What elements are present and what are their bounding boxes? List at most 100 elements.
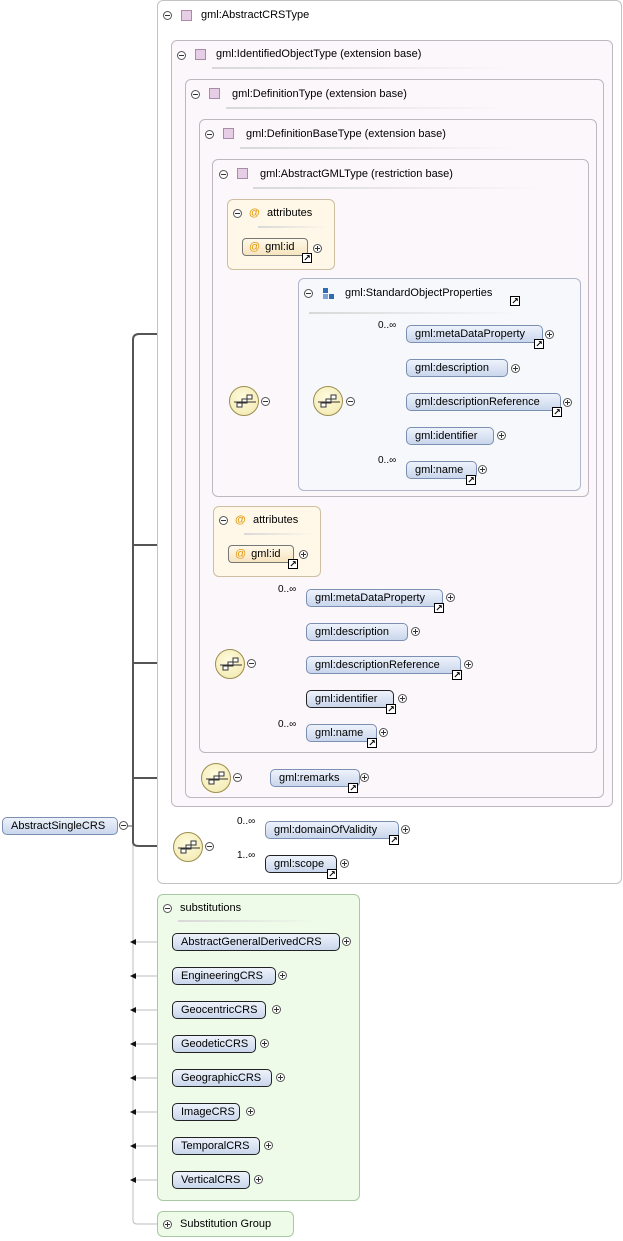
reference-arrow-icon[interactable]: ↗ [434, 603, 444, 613]
complex-type-icon [209, 88, 220, 99]
expand-toggle-icon[interactable] [340, 859, 349, 868]
element-description[interactable]: gml:description [406, 359, 508, 377]
standard-object-properties-label: gml:StandardObjectProperties [345, 287, 493, 299]
expand-toggle-icon[interactable] [379, 728, 388, 737]
sequence-compositor-icon[interactable] [173, 832, 203, 862]
reference-arrow-icon[interactable]: ↗ [288, 559, 298, 569]
collapse-toggle-icon[interactable] [233, 209, 242, 218]
expand-toggle-icon[interactable] [360, 773, 369, 782]
reference-arrow-icon[interactable]: ↗ [510, 296, 520, 306]
attributes-label: attributes [267, 207, 313, 219]
element-remarks[interactable]: gml:remarks [270, 769, 360, 787]
collapse-toggle-icon[interactable] [261, 397, 270, 406]
element-domainofvalidity[interactable]: gml:domainOfValidity [265, 821, 399, 839]
expand-toggle-icon[interactable] [246, 1107, 255, 1116]
cardinality-label: 0..∞ [378, 320, 397, 331]
cardinality-label: 0..∞ [237, 816, 256, 827]
expand-toggle-icon[interactable] [299, 550, 308, 559]
attributes-label: attributes [253, 514, 299, 526]
complex-type-icon [237, 168, 248, 179]
cardinality-label: 0..∞ [278, 584, 297, 595]
sequence-compositor-icon[interactable] [201, 763, 231, 793]
expand-toggle-icon[interactable] [254, 1175, 263, 1184]
expand-toggle-icon[interactable] [478, 465, 487, 474]
attributes-panel: @ attributes [227, 199, 335, 270]
element-descriptionreference[interactable]: gml:descriptionReference [306, 656, 461, 674]
reference-arrow-icon[interactable]: ↗ [302, 253, 312, 263]
expand-toggle-icon[interactable] [342, 937, 351, 946]
collapse-toggle-icon[interactable] [219, 170, 228, 179]
attribute-icon: @ [235, 548, 247, 560]
collapse-toggle-icon[interactable] [163, 11, 172, 20]
expand-toggle-icon[interactable] [260, 1039, 269, 1048]
reference-arrow-icon[interactable]: ↗ [386, 704, 396, 714]
reference-arrow-icon[interactable]: ↗ [534, 339, 544, 349]
collapse-toggle-icon[interactable] [233, 773, 242, 782]
attribute-gml-id[interactable]: @ gml:id [228, 545, 294, 563]
substitution-imagecrs[interactable]: ImageCRS [172, 1103, 240, 1121]
attributes-panel: @ attributes [213, 506, 321, 577]
reference-arrow-icon[interactable]: ↗ [552, 407, 562, 417]
cardinality-label: 0..∞ [378, 455, 397, 466]
complex-type-icon [181, 10, 192, 21]
expand-toggle-icon[interactable] [464, 660, 473, 669]
collapse-toggle-icon[interactable] [205, 130, 214, 139]
reference-arrow-icon[interactable]: ↗ [389, 835, 399, 845]
expand-toggle-icon[interactable] [411, 627, 420, 636]
substitution-geocentriccrs[interactable]: GeocentricCRS [172, 1001, 266, 1019]
reference-arrow-icon[interactable]: ↗ [452, 670, 462, 680]
substitution-temporalcrs[interactable]: TemporalCRS [172, 1137, 260, 1155]
collapse-toggle-icon[interactable] [177, 51, 186, 60]
reference-arrow-icon[interactable]: ↗ [327, 869, 337, 879]
substitution-abstractgeneralderivedcrs[interactable]: AbstractGeneralDerivedCRS [172, 933, 340, 951]
identified-object-type-label: gml:IdentifiedObjectType (extension base… [216, 48, 422, 60]
reference-arrow-icon[interactable]: ↗ [466, 475, 476, 485]
definition-base-type-label: gml:DefinitionBaseType (extension base) [246, 128, 446, 140]
definition-type-label: gml:DefinitionType (extension base) [232, 88, 407, 100]
expand-toggle-icon[interactable] [272, 1005, 281, 1014]
collapse-toggle-icon[interactable] [247, 659, 256, 668]
collapse-toggle-icon[interactable] [191, 90, 200, 99]
expand-toggle-icon[interactable] [511, 364, 520, 373]
standard-object-properties-panel: gml:StandardObjectProperties ↗ [298, 278, 581, 491]
expand-toggle-icon[interactable] [278, 971, 287, 980]
reference-arrow-icon[interactable]: ↗ [348, 783, 358, 793]
expand-toggle-icon[interactable] [545, 330, 554, 339]
sequence-compositor-icon[interactable] [313, 386, 343, 416]
expand-toggle-icon[interactable] [163, 1220, 172, 1229]
element-metadataproperty[interactable]: gml:metaDataProperty [306, 589, 443, 607]
element-identifier[interactable]: gml:identifier [306, 690, 394, 708]
expand-toggle-icon[interactable] [563, 398, 572, 407]
sequence-compositor-icon[interactable] [215, 649, 245, 679]
expand-toggle-icon[interactable] [264, 1141, 273, 1150]
expand-toggle-icon[interactable] [401, 825, 410, 834]
element-description[interactable]: gml:description [306, 623, 408, 641]
substitution-geodeticcrs[interactable]: GeodeticCRS [172, 1035, 256, 1053]
substitution-engineeringcrs[interactable]: EngineeringCRS [172, 967, 276, 985]
expand-toggle-icon[interactable] [497, 431, 506, 440]
collapse-toggle-icon[interactable] [205, 842, 214, 851]
abstract-crs-type-label: gml:AbstractCRSType [201, 9, 310, 21]
element-identifier[interactable]: gml:identifier [406, 427, 494, 445]
reference-arrow-icon[interactable]: ↗ [367, 738, 377, 748]
expand-toggle-icon[interactable] [446, 593, 455, 602]
substitution-group-panel[interactable]: Substitution Group [157, 1211, 294, 1237]
expand-toggle-icon[interactable] [276, 1073, 285, 1082]
substitution-verticalcrs[interactable]: VerticalCRS [172, 1171, 250, 1189]
cardinality-label: 1..∞ [237, 850, 256, 861]
expand-toggle-icon[interactable] [398, 694, 407, 703]
collapse-toggle-icon[interactable] [163, 904, 172, 913]
sequence-compositor-icon[interactable] [229, 386, 259, 416]
attribute-icon: @ [249, 241, 261, 253]
element-descriptionreference[interactable]: gml:descriptionReference [406, 393, 561, 411]
substitution-geographiccrs[interactable]: GeographicCRS [172, 1069, 272, 1087]
root-element-abstractsinglecrs[interactable]: AbstractSingleCRS [2, 817, 118, 835]
collapse-toggle-icon[interactable] [219, 516, 228, 525]
collapse-toggle-icon[interactable] [304, 289, 313, 298]
element-metadataproperty[interactable]: gml:metaDataProperty [406, 325, 543, 343]
substitution-group-label: Substitution Group [180, 1218, 272, 1230]
attribute-gml-id[interactable]: @ gml:id [242, 238, 308, 256]
collapse-toggle-icon[interactable] [346, 397, 355, 406]
collapse-toggle-icon[interactable] [119, 821, 128, 830]
expand-toggle-icon[interactable] [313, 244, 322, 253]
